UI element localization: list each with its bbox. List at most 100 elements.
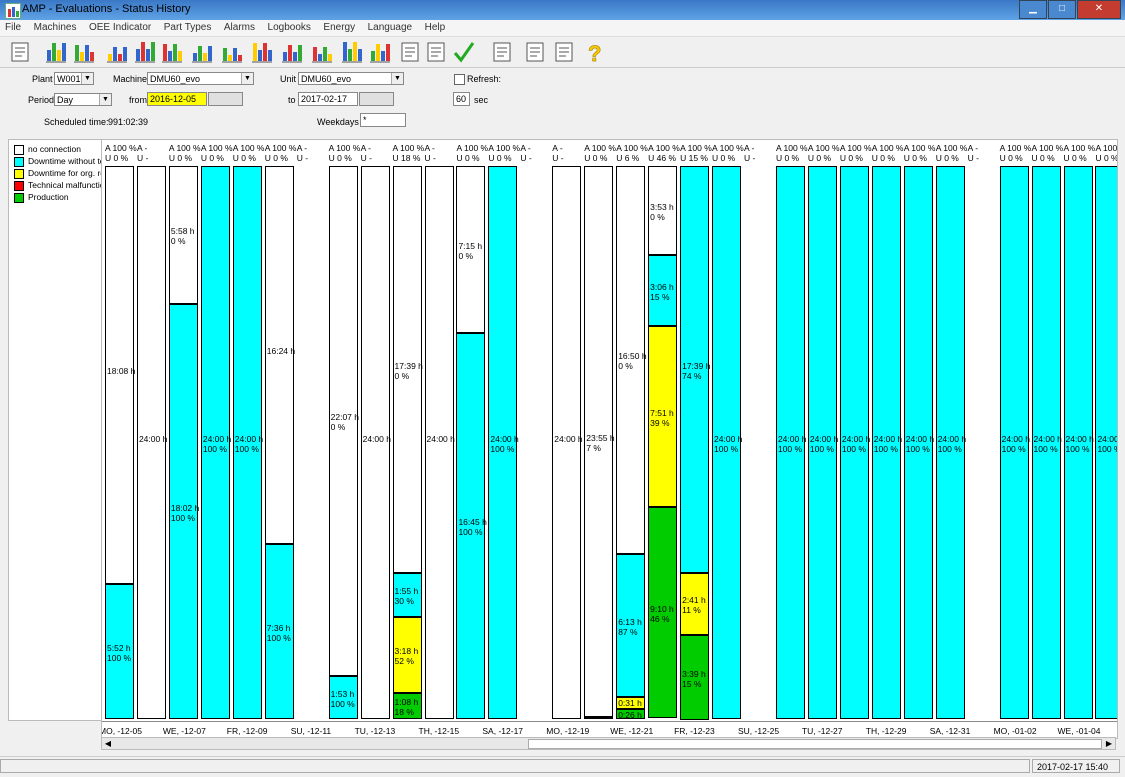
bar-segment-dt[interactable]: 24:00 h 100 % [999, 166, 1030, 719]
menu-part-types[interactable]: Part Types [159, 20, 217, 35]
stacked-bar[interactable]: 24:00 h 100 % [488, 166, 519, 719]
stacked-bar[interactable]: 24:00 h 100 % [807, 166, 838, 719]
bar-segment-nc[interactable]: 5:58 h0 % [168, 166, 198, 304]
help-icon[interactable]: ? [582, 40, 606, 67]
bar-segment-dt[interactable]: 24:00 h 100 % [232, 166, 263, 719]
from-time-input[interactable] [208, 92, 243, 106]
close-button[interactable]: ✕ [1077, 0, 1121, 19]
stacked-bar[interactable]: 24:00 h 100 % [999, 166, 1030, 719]
plant-select[interactable]: W001 ▼ [54, 72, 94, 85]
maximize-button[interactable]: □ [1048, 0, 1076, 19]
chart-b-icon[interactable] [220, 40, 244, 64]
bar-segment-dt[interactable]: 5:52 h 100 % [105, 584, 134, 719]
stacked-bar[interactable]: 24:00 h 100 % [1031, 166, 1062, 719]
bar-segment-dt[interactable]: 24:00 h 100 % [807, 166, 838, 719]
bar-segment-prod[interactable] [584, 717, 614, 719]
bar-segment-dt[interactable]: 1:55 h 30 % [392, 573, 422, 617]
bar-segment-dt[interactable]: 1:53 h 100 % [328, 676, 358, 719]
stacked-bar[interactable]: 24:00 h 100 % [712, 166, 742, 719]
refresh-interval-input[interactable]: 60 [453, 92, 470, 106]
menu-language[interactable]: Language [363, 20, 418, 35]
document-icon[interactable] [424, 40, 448, 64]
stacked-bar[interactable]: 24:00 h 100 % [775, 166, 806, 719]
stacked-bar[interactable]: 24:00 h [424, 166, 455, 719]
chart-e-icon[interactable] [310, 40, 334, 64]
stacked-bar[interactable]: 17:39 h 74 % 2:41 h 11 % 3:39 h 15 % [680, 166, 710, 720]
machine-select[interactable]: DMU60_evo ▼ [147, 72, 254, 85]
stacked-bar[interactable]: 24:00 h 100 % [935, 166, 966, 719]
bar-segment-nc[interactable]: 24:00 h [136, 166, 167, 719]
gantt-icon[interactable] [105, 40, 129, 64]
stacked-bar[interactable]: 5:58 h0 % 18:02 h 100 % [168, 166, 199, 719]
chart-c-icon[interactable] [250, 40, 274, 64]
bar-segment-dt[interactable]: 3:06 h 15 % [648, 255, 678, 326]
bar-segment-org[interactable]: 0:31 h [616, 697, 646, 709]
bar-segment-dt[interactable]: 7:36 h 100 % [264, 544, 294, 719]
chart-d-icon[interactable] [280, 40, 304, 64]
bar-segment-nc[interactable]: 16:24 h [264, 166, 295, 544]
bar-segment-dt[interactable]: 24:00 h 100 % [488, 166, 519, 719]
stacked-bar[interactable]: 24:00 h 100 % [1063, 166, 1094, 719]
bar-segment-nc[interactable]: 23:55 h7 % [584, 166, 615, 717]
bar-segment-dt[interactable]: 24:00 h 100 % [871, 166, 902, 719]
stacked-bar[interactable]: 24:00 h 100 % [871, 166, 902, 719]
scroll-thumb[interactable] [528, 739, 1102, 749]
bar-segment-dt[interactable]: 6:13 h 87 % [616, 554, 646, 697]
bar-segment-org[interactable]: 2:41 h 11 % [680, 573, 710, 635]
bar-segment-dt[interactable]: 17:39 h 74 % [680, 166, 710, 573]
stacked-bar[interactable]: 24:00100 % [1095, 166, 1117, 719]
stack-icon[interactable] [160, 40, 184, 64]
bar-segment-nc[interactable]: 24:00 h [552, 166, 583, 719]
stacked-bar[interactable]: 24:00 h 100 % [232, 166, 263, 719]
chart-f-icon[interactable] [340, 40, 364, 64]
horizontal-scrollbar[interactable]: ◀ ▶ [101, 737, 1116, 750]
bar-segment-nc[interactable]: 22:07 h0 % [328, 166, 359, 676]
menu-alarms[interactable]: Alarms [219, 20, 260, 35]
refresh-checkbox[interactable] [454, 74, 465, 85]
minimize-button[interactable]: ▁ [1019, 0, 1047, 19]
stacked-bar[interactable]: 18:08 h 5:52 h 100 % [105, 166, 135, 719]
menu-oee-indicator[interactable]: OEE Indicator [84, 20, 156, 35]
check-icon[interactable] [452, 40, 476, 64]
bar-segment-nc[interactable]: 18:08 h [105, 166, 135, 584]
print-icon[interactable] [523, 40, 547, 64]
cycle-icon[interactable] [44, 40, 68, 64]
chart-g-icon[interactable] [368, 40, 392, 64]
bar-segment-dt[interactable]: 24:00 h 100 % [1063, 166, 1094, 719]
menu-file[interactable]: File [0, 20, 26, 35]
bar-segment-dt[interactable]: 16:45 h 100 % [456, 333, 487, 719]
stacked-bar[interactable]: 16:50 h0 % 6:13 h 87 % 0:31 h 0:26 h [616, 166, 647, 720]
bar-segment-org[interactable]: 7:51 h 39 % [648, 326, 678, 507]
stacked-bar[interactable]: 24:00 h 100 % [839, 166, 870, 719]
weekdays-input[interactable]: * [360, 113, 406, 127]
list-icon[interactable] [490, 40, 514, 64]
bar-segment-dt[interactable]: 24:00 h 100 % [200, 166, 231, 719]
bar-segment-dt[interactable]: 18:02 h 100 % [168, 304, 199, 719]
to-date-input[interactable]: 2017-02-17 [298, 92, 358, 106]
bar-segment-prod[interactable]: 3:39 h 15 % [680, 635, 710, 720]
bar-segment-dt[interactable]: 24:00 h 100 % [775, 166, 806, 719]
stacked-bar[interactable]: 17:39 h0 % 1:55 h 30 % 3:18 h 52 % 1:08 h 18 % [392, 166, 423, 719]
bar-segment-nc[interactable]: 17:39 h0 % [392, 166, 423, 573]
menu-help[interactable]: Help [420, 20, 451, 35]
from-date-input[interactable]: 2016-12-05 [147, 92, 207, 106]
period-select[interactable]: Day ▼ [54, 93, 112, 106]
bar-segment-nc[interactable]: 3:53 h0 % [648, 166, 678, 255]
bar-segment-dt[interactable]: 24:00 h 100 % [903, 166, 934, 719]
stacked-bar[interactable]: 24:00 h [136, 166, 167, 719]
stacked-bar[interactable]: 24:00 h 100 % [903, 166, 934, 719]
stacked-bar[interactable]: 23:55 h7 % [584, 166, 615, 719]
operator-icon[interactable] [398, 40, 422, 64]
chart-a-icon[interactable] [190, 40, 214, 64]
stacked-bar[interactable]: 16:24 h 7:36 h 100 % [264, 166, 295, 719]
scroll-left-button[interactable]: ◀ [102, 738, 114, 749]
unit-select[interactable]: DMU60_evo ▼ [298, 72, 404, 85]
menu-logbooks[interactable]: Logbooks [263, 20, 316, 35]
bar-segment-nc[interactable]: 24:00 h [360, 166, 391, 719]
bar-segment-prod[interactable]: 1:08 h 18 % [392, 693, 422, 719]
scroll-right-button[interactable]: ▶ [1103, 738, 1115, 749]
stacked-bar[interactable]: 22:07 h0 % 1:53 h 100 % [328, 166, 359, 719]
export-icon[interactable] [552, 40, 576, 64]
stacked-bar[interactable]: 3:53 h0 % 3:06 h 15 % 7:51 h 39 % 9:10 h 46 % [648, 166, 678, 719]
bar-segment-dt[interactable]: 24:00 h 100 % [839, 166, 870, 719]
